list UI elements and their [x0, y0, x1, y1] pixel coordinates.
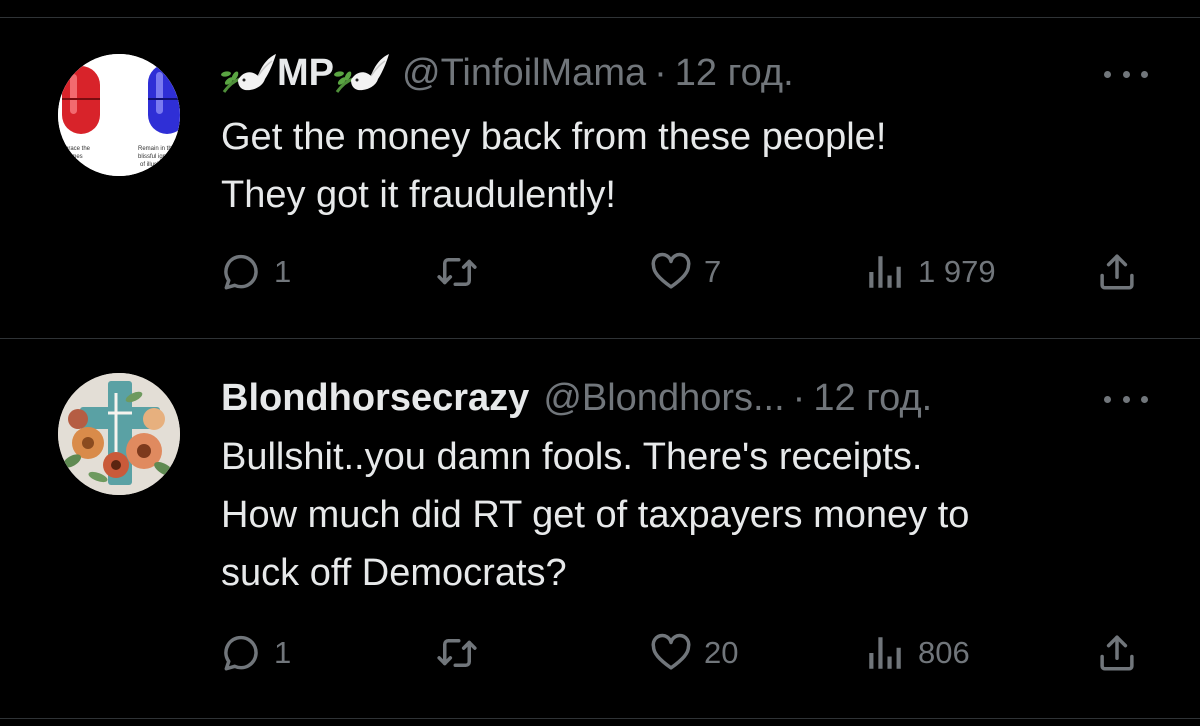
- reply-button[interactable]: 1: [220, 628, 291, 678]
- like-icon: [650, 632, 692, 674]
- reply-count: 1: [274, 254, 292, 289]
- user-handle[interactable]: @TinfoilMama: [402, 48, 646, 98]
- views-button[interactable]: 1 979: [864, 247, 996, 297]
- avatar-caption-right-2: blissful ignora: [138, 154, 175, 160]
- dove-emoji-icon: [221, 51, 277, 95]
- share-button[interactable]: [1096, 628, 1138, 678]
- repost-icon: [436, 251, 478, 293]
- action-bar: 1 7 1 979: [0, 247, 1200, 297]
- repost-button[interactable]: [436, 628, 490, 678]
- tweet-text-line: suck off Democrats?: [221, 552, 567, 594]
- share-button[interactable]: [1096, 247, 1138, 297]
- display-name[interactable]: Blondhorsecrazy: [221, 373, 529, 423]
- tweet-header: MP @TinfoilMama · 12 год.: [221, 48, 794, 98]
- more-icon[interactable]: [1104, 389, 1148, 409]
- separator-dot: ·: [654, 52, 667, 94]
- action-bar: 1 20 806: [0, 628, 1200, 678]
- reply-feed: mbrace the metimes ul truth Remain in th…: [0, 0, 1200, 726]
- avatar-caption-right-3: of illusion.: [140, 162, 167, 168]
- reply-icon: [220, 251, 262, 293]
- avatar-caption-left-2: metimes: [60, 154, 83, 160]
- tweet-text: Get the money back from these people! Th…: [221, 108, 1161, 224]
- avatar-caption-left-1: mbrace the: [60, 146, 91, 152]
- like-button[interactable]: 7: [650, 247, 721, 297]
- share-icon: [1096, 632, 1138, 674]
- avatar-floral-cross-image: [58, 373, 180, 495]
- like-button[interactable]: 20: [650, 628, 738, 678]
- repost-button[interactable]: [436, 247, 490, 297]
- reply-count: 1: [274, 635, 292, 670]
- display-name[interactable]: MP: [277, 48, 334, 98]
- like-icon: [650, 251, 692, 293]
- avatar[interactable]: mbrace the metimes ul truth Remain in th…: [58, 54, 180, 176]
- tweet-header: Blondhorsecrazy @Blondhors... · 12 год.: [221, 373, 932, 423]
- avatar-pills-image: mbrace the metimes ul truth Remain in th…: [58, 54, 180, 176]
- view-count: 806: [918, 635, 970, 670]
- reply-button[interactable]: 1: [220, 247, 291, 297]
- tweet-text-line: They got it fraudulently!: [221, 174, 616, 216]
- user-handle[interactable]: @Blondhors...: [543, 373, 784, 423]
- avatar-caption-right-1: Remain in the: [138, 146, 176, 152]
- tweet-text: Bullshit..you damn fools. There's receip…: [221, 428, 1161, 602]
- more-icon[interactable]: [1104, 64, 1148, 84]
- repost-icon: [436, 632, 478, 674]
- dove-emoji-icon: [334, 51, 390, 95]
- tweet-text-line: Get the money back from these people!: [221, 116, 887, 158]
- like-count: 20: [704, 635, 739, 670]
- views-button[interactable]: 806: [864, 628, 970, 678]
- timestamp[interactable]: 12 год.: [675, 48, 794, 98]
- views-icon: [864, 251, 906, 293]
- tweet[interactable]: Blondhorsecrazy @Blondhors... · 12 год. …: [0, 339, 1200, 719]
- timestamp[interactable]: 12 год.: [813, 373, 932, 423]
- avatar-caption-left-3: ul truth: [60, 162, 78, 168]
- views-icon: [864, 632, 906, 674]
- tweet[interactable]: mbrace the metimes ul truth Remain in th…: [0, 0, 1200, 338]
- like-count: 7: [704, 254, 722, 289]
- tweet-text-line: Bullshit..you damn fools. There's receip…: [221, 436, 923, 478]
- share-icon: [1096, 251, 1138, 293]
- view-count: 1 979: [918, 254, 996, 289]
- reply-icon: [220, 632, 262, 674]
- divider: [0, 718, 1200, 719]
- separator-dot: ·: [792, 377, 806, 419]
- avatar[interactable]: [58, 373, 180, 495]
- tweet-text-line: How much did RT get of taxpayers money t…: [221, 494, 970, 536]
